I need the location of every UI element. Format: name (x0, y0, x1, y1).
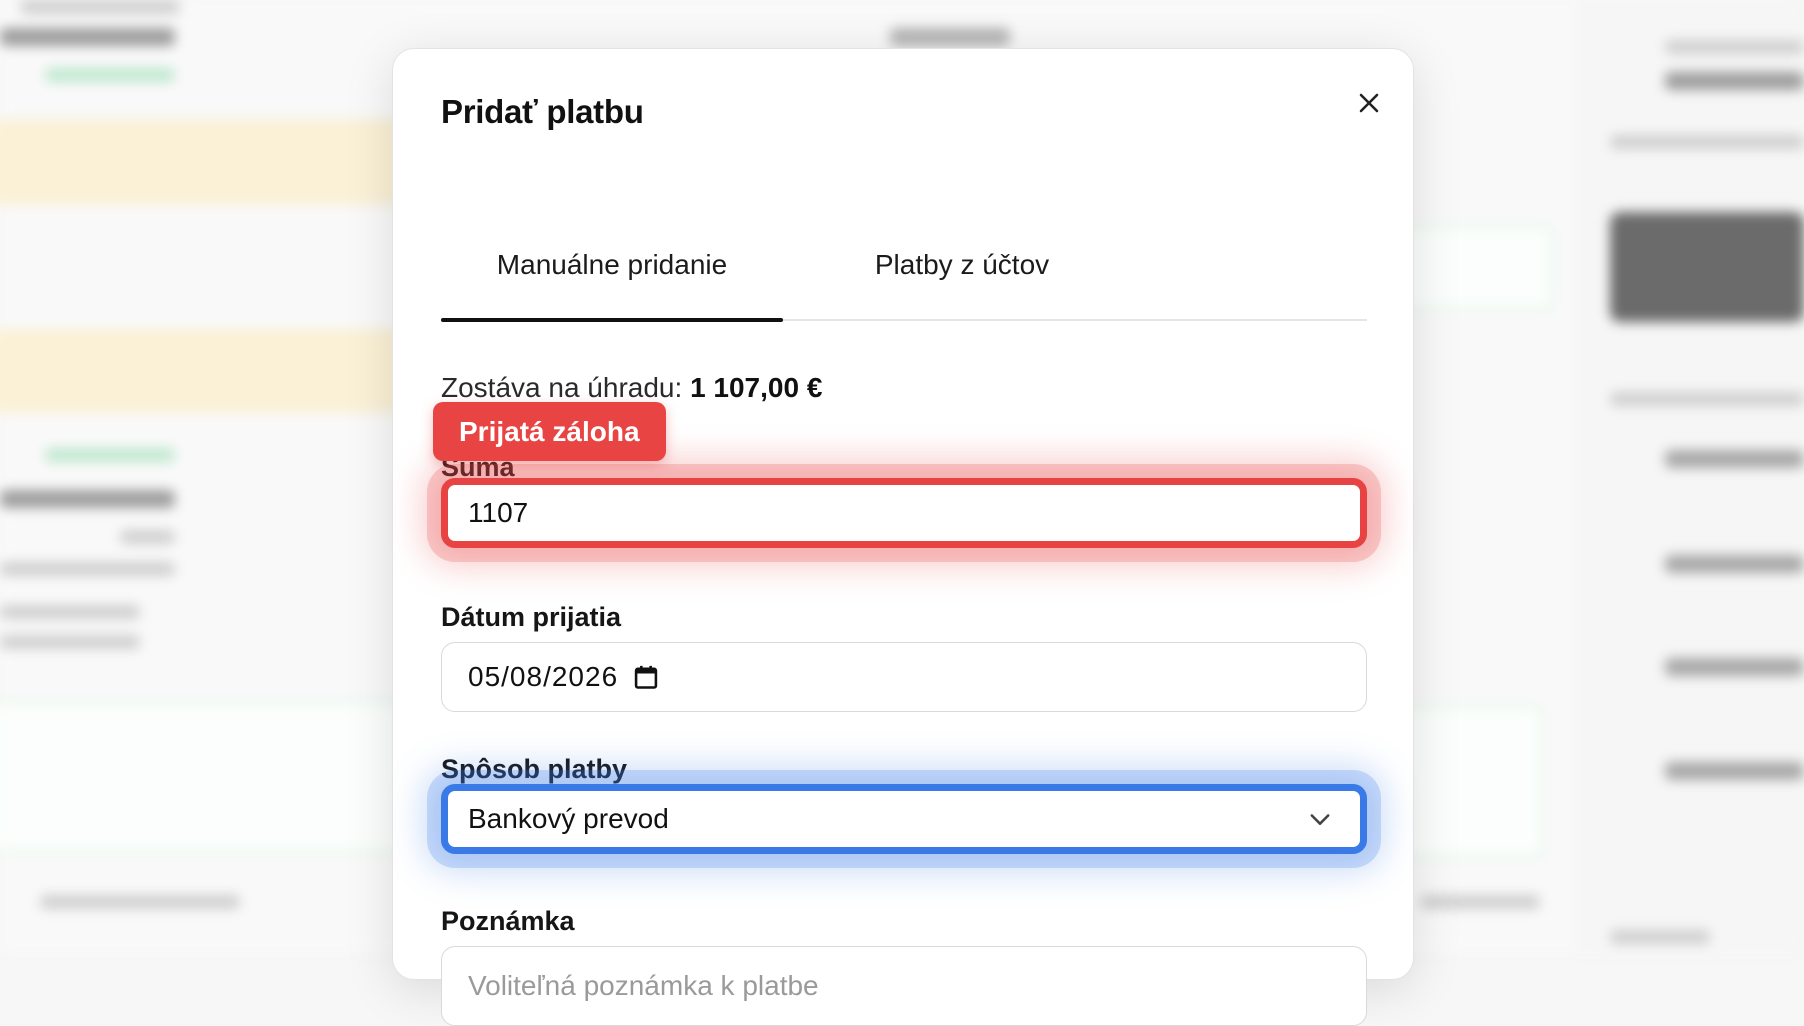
payment-method-select[interactable]: Bankový prevod (441, 784, 1367, 854)
deposit-received-badge[interactable]: Prijatá záloha (433, 402, 666, 461)
tab-bar: Manuálne pridanie Platby z účtov (441, 227, 1367, 322)
close-button[interactable] (1351, 85, 1387, 121)
dialog-title: Pridať platbu (441, 93, 644, 130)
amount-input[interactable]: 1107 (441, 478, 1367, 548)
amount-value: 1107 (468, 497, 529, 528)
note-placeholder: Voliteľná poznámka k platbe (468, 970, 819, 1001)
date-value: 05/08/2026 (468, 661, 619, 692)
tab-manual[interactable]: Manuálne pridanie (441, 227, 783, 322)
payment-method-label: Spôsob platby (441, 754, 628, 784)
remaining-value: 1 107,00 € (690, 372, 823, 403)
note-label: Poznámka (441, 906, 575, 936)
payment-method-value: Bankový prevod (468, 803, 669, 834)
date-input[interactable]: 05/08/2026 (441, 642, 1367, 712)
tab-account-payments[interactable]: Platby z účtov (833, 227, 1091, 319)
close-icon (1359, 93, 1379, 113)
date-label: Dátum prijatia (441, 602, 622, 632)
remaining-amount: Zostáva na úhradu: 1 107,00 € (441, 372, 822, 404)
chevron-down-icon (1310, 814, 1330, 825)
note-input[interactable]: Voliteľná poznámka k platbe (441, 946, 1367, 1026)
calendar-icon[interactable] (632, 663, 660, 691)
add-payment-dialog: Pridať platbu Manuálne pridanie Platby z… (392, 48, 1414, 1026)
remaining-label: Zostáva na úhradu: (441, 372, 683, 403)
